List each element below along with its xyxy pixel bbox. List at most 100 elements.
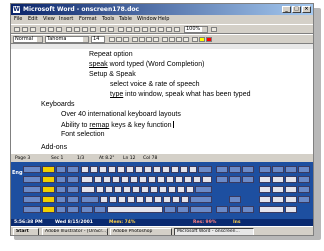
key[interactable]	[242, 166, 254, 173]
style-select[interactable]: Normal	[13, 36, 43, 43]
maximize-button[interactable]: □	[292, 6, 301, 13]
key[interactable]	[42, 166, 55, 173]
key[interactable]	[148, 176, 156, 183]
key[interactable]	[184, 176, 192, 183]
key[interactable]	[23, 166, 41, 173]
key[interactable]	[123, 186, 131, 193]
key[interactable]	[168, 186, 176, 193]
key[interactable]	[153, 166, 161, 173]
start-button[interactable]: Start	[13, 228, 39, 235]
paste-icon[interactable]	[82, 27, 88, 32]
key[interactable]	[109, 196, 117, 203]
increase-indent-icon[interactable]	[183, 37, 189, 42]
key[interactable]	[127, 196, 135, 203]
key[interactable]	[56, 186, 66, 193]
key[interactable]	[56, 196, 66, 203]
key[interactable]	[216, 176, 228, 183]
key[interactable]	[157, 176, 165, 183]
key[interactable]	[259, 166, 271, 173]
task-illustrator[interactable]: Adobe Illustrator - [OnScr...]	[42, 228, 108, 235]
key[interactable]	[298, 176, 310, 183]
key[interactable]	[159, 186, 167, 193]
close-button[interactable]: ×	[302, 6, 311, 13]
spelling-icon[interactable]	[56, 27, 62, 32]
key[interactable]	[23, 186, 41, 193]
align-right-icon[interactable]	[146, 37, 152, 42]
key[interactable]	[132, 186, 140, 193]
print-icon[interactable]	[40, 27, 46, 32]
bold-icon[interactable]	[109, 37, 115, 42]
decrease-indent-icon[interactable]	[176, 37, 182, 42]
key[interactable]	[94, 176, 102, 183]
key[interactable]	[42, 206, 55, 213]
align-center-icon[interactable]	[139, 37, 145, 42]
key[interactable]	[150, 186, 158, 193]
key[interactable]	[285, 176, 297, 183]
key[interactable]	[242, 176, 254, 183]
key[interactable]	[139, 176, 147, 183]
font-color-icon[interactable]	[206, 37, 212, 42]
spacebar-key[interactable]	[107, 206, 163, 213]
key[interactable]	[130, 176, 138, 183]
cut-icon[interactable]	[66, 27, 72, 32]
key[interactable]	[198, 166, 212, 173]
menu-table[interactable]: Table	[119, 15, 132, 24]
bullets-icon[interactable]	[169, 37, 175, 42]
menu-window[interactable]: Window	[137, 15, 157, 24]
key[interactable]	[272, 166, 284, 173]
zoom-select[interactable]: 100%	[184, 26, 208, 33]
key[interactable]	[117, 166, 125, 173]
key[interactable]	[56, 206, 66, 213]
key[interactable]	[186, 186, 194, 193]
menu-format[interactable]: Format	[79, 15, 97, 24]
task-photoshop[interactable]: Adobe Photoshop	[110, 228, 172, 235]
key[interactable]	[285, 186, 297, 193]
menu-edit[interactable]: Edit	[28, 15, 38, 24]
key[interactable]	[144, 166, 152, 173]
undo-icon[interactable]	[100, 27, 106, 32]
key[interactable]	[193, 176, 201, 183]
key[interactable]	[67, 186, 79, 193]
key[interactable]	[23, 196, 41, 203]
key[interactable]	[177, 186, 185, 193]
key[interactable]	[285, 206, 297, 213]
key[interactable]	[202, 176, 212, 183]
key[interactable]	[272, 196, 284, 203]
key[interactable]	[259, 206, 284, 213]
key[interactable]	[81, 166, 89, 173]
key[interactable]	[23, 206, 41, 213]
title-bar[interactable]: W Microsoft Word - onscreen178.doc _ □ ×	[11, 4, 313, 15]
key[interactable]	[67, 206, 79, 213]
key[interactable]	[216, 206, 228, 213]
key[interactable]	[229, 166, 241, 173]
key[interactable]	[94, 206, 106, 213]
key[interactable]	[229, 196, 241, 203]
border-icon[interactable]	[192, 37, 198, 42]
font-select[interactable]: Tahoma	[45, 36, 89, 43]
key[interactable]	[100, 196, 108, 203]
key[interactable]	[216, 166, 228, 173]
new-document-icon[interactable]	[14, 27, 20, 32]
key[interactable]	[108, 166, 116, 173]
key[interactable]	[166, 176, 174, 183]
minimize-button[interactable]: _	[282, 6, 291, 13]
key[interactable]	[99, 166, 107, 173]
key[interactable]	[67, 176, 79, 183]
key[interactable]	[42, 196, 55, 203]
copy-icon[interactable]	[74, 27, 80, 32]
key[interactable]	[154, 196, 162, 203]
drawing-icon[interactable]	[158, 27, 164, 32]
tables-borders-icon[interactable]	[126, 27, 132, 32]
key[interactable]	[162, 166, 170, 173]
key[interactable]	[67, 196, 79, 203]
key[interactable]	[259, 176, 271, 183]
key[interactable]	[272, 176, 284, 183]
key[interactable]	[56, 166, 66, 173]
key[interactable]	[272, 186, 284, 193]
key[interactable]	[177, 206, 189, 213]
key[interactable]	[42, 176, 55, 183]
key[interactable]	[81, 206, 93, 213]
key[interactable]	[298, 196, 310, 203]
key[interactable]	[126, 166, 134, 173]
key[interactable]	[163, 196, 171, 203]
